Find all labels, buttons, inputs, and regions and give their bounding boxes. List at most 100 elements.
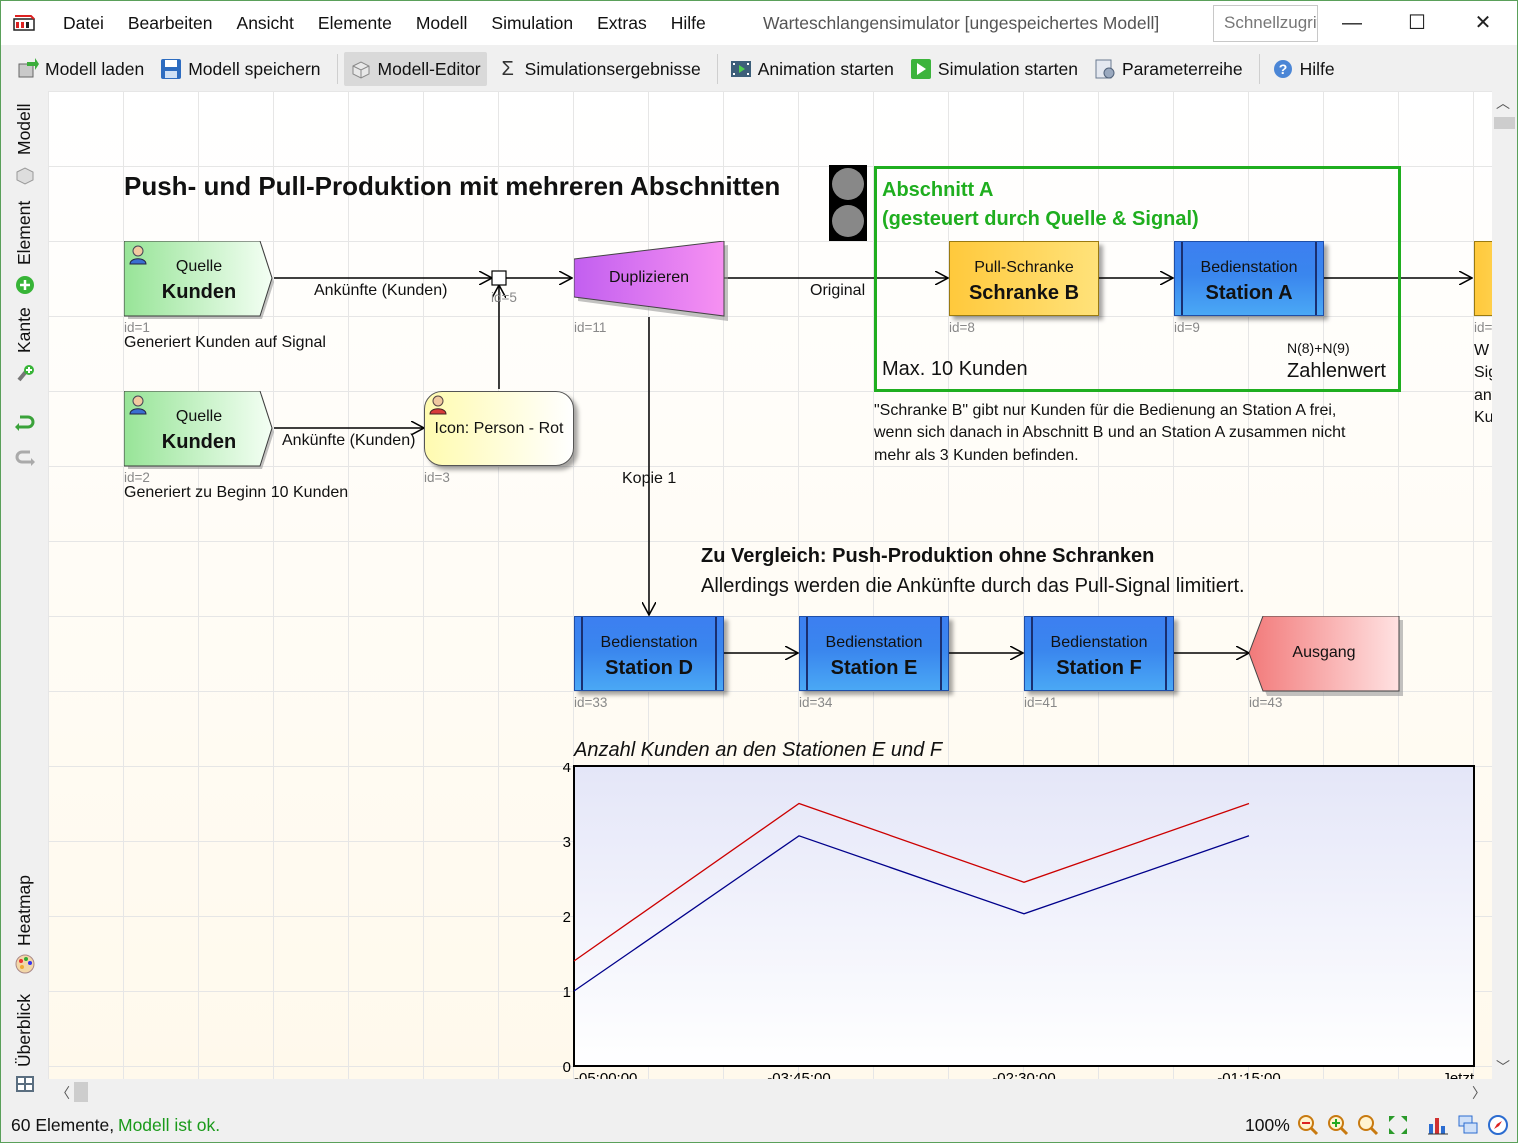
vertical-scroll-thumb[interactable] xyxy=(1494,117,1515,129)
station-e[interactable]: Bedienstation Station E xyxy=(799,616,949,691)
station-e-id: id=34 xyxy=(799,695,833,710)
barrier-note-line-1: "Schranke B" gibt nur Kunden für die Bed… xyxy=(874,402,1337,419)
source-2-text: Quelle Kunden xyxy=(124,391,274,466)
station-f-id: id=41 xyxy=(1024,695,1058,710)
tab-modell[interactable]: Modell xyxy=(14,103,35,155)
pull-barrier[interactable]: Pull-Schranke Schranke B xyxy=(949,241,1099,316)
chart-x-tick-label: -02:30:00 xyxy=(992,1070,1055,1079)
signal-lamp[interactable] xyxy=(829,165,867,241)
duplicate-id: id=11 xyxy=(574,320,607,335)
pull-barrier-name: Schranke B xyxy=(968,282,1080,304)
menu-modell[interactable]: Modell xyxy=(404,12,480,34)
pull-barrier-id: id=8 xyxy=(949,320,975,335)
compass-icon[interactable] xyxy=(1487,1114,1509,1136)
next-desc-1: W xyxy=(1474,342,1490,359)
help-icon: ? xyxy=(1273,60,1292,78)
tab-element[interactable]: Element xyxy=(14,201,35,265)
start-simulation-button[interactable]: Simulation starten xyxy=(904,52,1084,86)
chart-x-tick-label: Jetzt xyxy=(1442,1070,1475,1079)
station-d[interactable]: Bedienstation Station D xyxy=(574,616,724,691)
pull-barrier-type: Pull-Schranke xyxy=(974,259,1074,276)
zoom-level: 100% xyxy=(1245,1115,1290,1135)
minimize-button[interactable]: — xyxy=(1337,9,1367,37)
menu-hilfe[interactable]: Hilfe xyxy=(659,12,718,34)
chart-title: Anzahl Kunden an den Stationen E und F xyxy=(574,739,943,761)
start-animation-button[interactable]: Animation starten xyxy=(724,52,900,86)
menu-datei[interactable]: Datei xyxy=(51,12,116,34)
line-chart[interactable]: 0 1 2 3 4 -05:00:00 -03:45:00 -02:30:00 -01:15:… xyxy=(558,763,1488,1079)
source-1-name: Kunden xyxy=(161,281,237,303)
load-model-icon xyxy=(18,58,39,78)
edge-arrivals-2-label: Ankünfte (Kunden) xyxy=(282,432,416,449)
model-title: Push- und Pull-Produktion mit mehreren A… xyxy=(124,171,781,201)
fit-to-window-icon[interactable] xyxy=(1387,1114,1409,1136)
chart-x-tick-label: -01:15:00 xyxy=(1217,1070,1280,1079)
edge-arrivals-1-label: Ankünfte (Kunden) xyxy=(314,282,448,299)
save-icon xyxy=(161,59,182,79)
exit-label: Ausgang xyxy=(1292,644,1356,661)
zoom-in-icon[interactable] xyxy=(1327,1114,1349,1136)
vertical-scrollbar[interactable]: ︿ ﹀ xyxy=(1492,91,1517,1079)
parameter-series-button[interactable]: Parameterreihe xyxy=(1088,52,1249,86)
parameter-series-label: Parameterreihe xyxy=(1121,58,1243,79)
save-model-button[interactable]: Modell speichern xyxy=(154,52,326,86)
next-barrier-partial[interactable] xyxy=(1474,241,1492,316)
title-bar: Datei Bearbeiten Ansicht Elemente Modell… xyxy=(1,1,1517,45)
junction-node[interactable] xyxy=(491,270,507,286)
station-f[interactable]: Bedienstation Station F xyxy=(1024,616,1174,691)
chart-y-tick-label: 0 xyxy=(563,1059,571,1076)
next-element-id: id= xyxy=(1474,320,1492,335)
duplicate-label: Duplizieren xyxy=(608,269,690,286)
station-f-name: Station F xyxy=(1056,657,1142,679)
menu-extras[interactable]: Extras xyxy=(585,12,659,34)
redo-icon[interactable] xyxy=(14,447,36,469)
exit-id: id=43 xyxy=(1249,695,1283,710)
station-e-type: Bedienstation xyxy=(825,634,923,651)
horizontal-scroll-thumb[interactable] xyxy=(74,1082,88,1102)
zoom-reset-icon[interactable] xyxy=(1357,1114,1379,1136)
scroll-right-icon[interactable]: 〉 xyxy=(1472,1083,1486,1103)
menu-bar: Datei Bearbeiten Ansicht Elemente Modell… xyxy=(51,12,718,34)
overview-icon xyxy=(16,1076,34,1092)
chart-y-tick-label: 2 xyxy=(563,909,571,926)
section-a-max: Max. 10 Kunden xyxy=(882,358,1028,380)
scroll-down-icon[interactable]: ﹀ xyxy=(1496,1057,1510,1077)
station-d-name: Station D xyxy=(605,657,693,679)
windows-icon[interactable] xyxy=(1457,1114,1479,1136)
model-editor-button[interactable]: Modell-Editor xyxy=(343,52,487,86)
undo-icon[interactable] xyxy=(14,412,36,434)
quick-access-input[interactable]: Schnellzugriff xyxy=(1213,5,1318,42)
station-a-id: id=9 xyxy=(1174,320,1200,335)
load-model-button[interactable]: Modell laden xyxy=(11,52,150,86)
menu-simulation[interactable]: Simulation xyxy=(479,12,585,34)
source-1-text: Quelle Kunden xyxy=(124,241,274,316)
menu-bearbeiten[interactable]: Bearbeiten xyxy=(116,12,225,34)
maximize-button[interactable]: ☐ xyxy=(1402,9,1432,37)
station-d-id: id=33 xyxy=(574,695,608,710)
element-count: 60 Elemente, xyxy=(11,1115,115,1135)
app-window: Datei Bearbeiten Ansicht Elemente Modell… xyxy=(0,0,1518,1143)
side-tab-strip: Modell Element Kante Heatmap Überblick xyxy=(1,91,47,1104)
toolbar-separator xyxy=(716,54,718,84)
horizontal-scrollbar[interactable]: 〈 〉 xyxy=(48,1079,1492,1105)
help-button[interactable]: ? Hilfe xyxy=(1266,52,1341,86)
parameter-series-icon xyxy=(1095,59,1115,79)
zoom-out-icon[interactable] xyxy=(1297,1114,1319,1136)
scroll-left-icon[interactable]: 〈 xyxy=(56,1083,70,1103)
menu-elemente[interactable]: Elemente xyxy=(306,12,404,34)
tab-heatmap[interactable]: Heatmap xyxy=(14,875,35,946)
icon-element-id: id=3 xyxy=(424,470,450,485)
model-canvas[interactable]: Push- und Pull-Produktion mit mehreren A… xyxy=(48,91,1492,1079)
app-logo-icon xyxy=(13,15,35,31)
scroll-up-icon[interactable]: ︿ xyxy=(1496,93,1510,113)
barrier-note-line-2: wenn sich danach in Abschnitt B und an S… xyxy=(874,424,1346,441)
toolbar-separator xyxy=(1258,54,1260,84)
statistics-chart-icon[interactable] xyxy=(1427,1114,1449,1136)
tab-kante[interactable]: Kante xyxy=(14,307,35,353)
station-a[interactable]: Bedienstation Station A xyxy=(1174,241,1324,316)
menu-ansicht[interactable]: Ansicht xyxy=(225,12,306,34)
simulation-results-button[interactable]: Σ Simulationsergebnisse xyxy=(491,52,707,86)
model-editor-icon xyxy=(352,61,370,79)
tab-ueberblick[interactable]: Überblick xyxy=(14,994,35,1067)
close-button[interactable]: ✕ xyxy=(1468,9,1498,37)
